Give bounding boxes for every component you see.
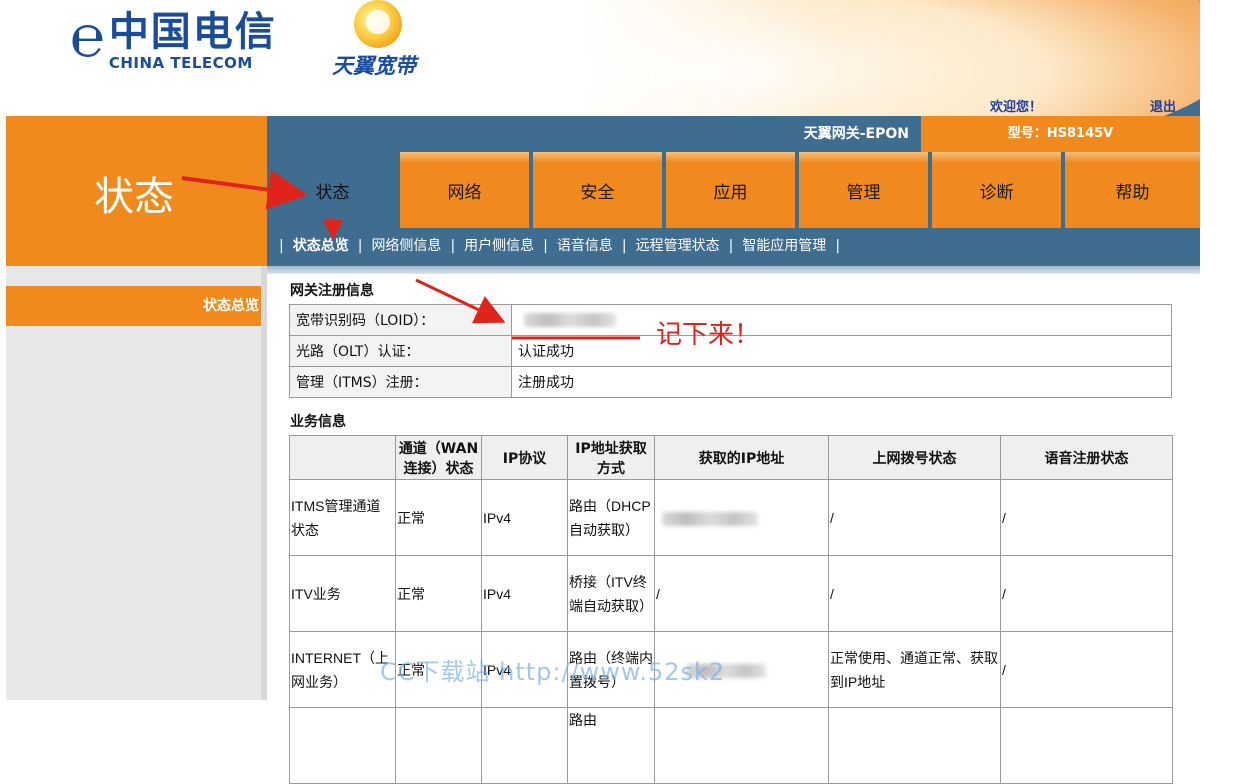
annotation-overlay bbox=[181, 169, 640, 340]
arrow-to-status-tab bbox=[181, 169, 308, 210]
watermark: CC下载站 http://www.52sk2 bbox=[380, 658, 726, 686]
arrow-to-loid bbox=[415, 278, 506, 324]
annotation-note: 记下来！ bbox=[656, 320, 761, 350]
table-row: 路由 bbox=[289, 707, 1173, 784]
